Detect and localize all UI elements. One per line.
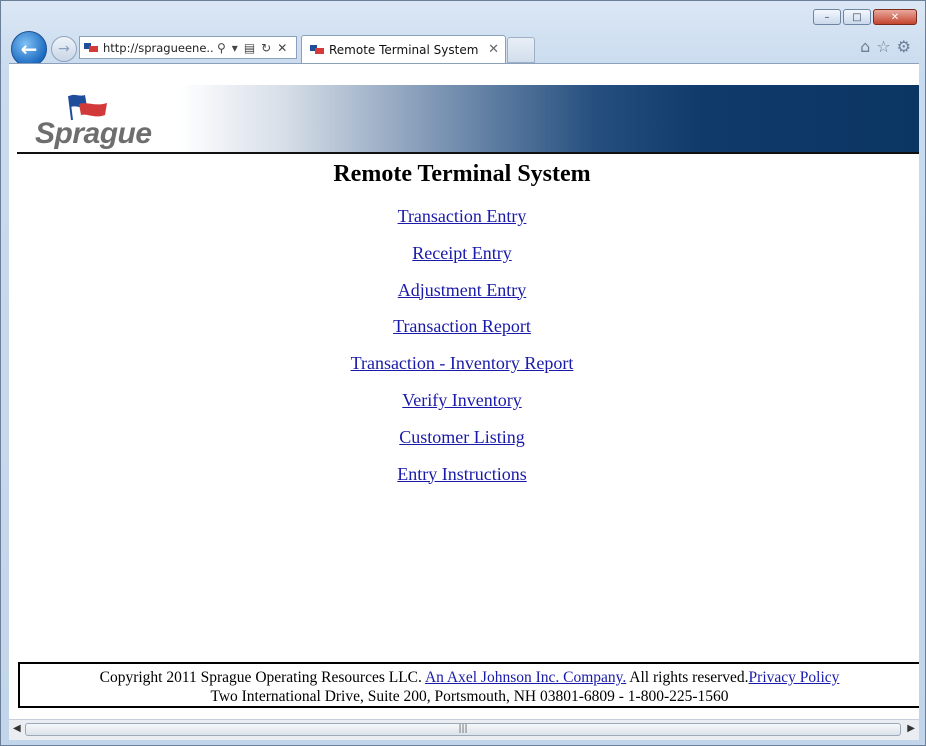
forward-arrow-icon[interactable]: → [51, 36, 77, 62]
browser-tools: ⌂ ☆ ⚙ [860, 37, 911, 56]
maximize-button[interactable]: □ [843, 9, 871, 25]
scrollbar-thumb[interactable]: ||| [25, 723, 901, 736]
scroll-left-icon[interactable]: ◀ [13, 723, 21, 734]
address-text[interactable]: http://spragueene... [103, 41, 213, 55]
back-arrow-icon[interactable]: ← [11, 31, 47, 67]
privacy-policy-link[interactable]: Privacy Policy [749, 669, 840, 686]
copyright-text: Copyright 2011 Sprague Operating Resourc… [99, 669, 422, 686]
company-link[interactable]: An Axel Johnson Inc. Company. [425, 669, 626, 686]
tab-remote-terminal-system[interactable]: Remote Terminal System ✕ [301, 35, 506, 63]
rights-text: All rights reserved. [626, 669, 749, 686]
menu-link-adjustment-entry[interactable]: Adjustment Entry [9, 279, 915, 316]
site-favicon-icon [84, 42, 98, 53]
new-tab-button[interactable] [507, 37, 535, 63]
address-bar-icons: ⚲ ▾ ▤ ↻ ✕ [217, 41, 287, 55]
page-footer: Copyright 2011 Sprague Operating Resourc… [18, 662, 919, 708]
close-icon[interactable]: ✕ [277, 41, 287, 55]
home-icon[interactable]: ⌂ [860, 37, 870, 56]
tab-close-icon[interactable]: ✕ [488, 42, 499, 57]
menu-link-transaction-entry[interactable]: Transaction Entry [9, 205, 915, 242]
sprague-logo: Sprague [35, 91, 195, 151]
minimize-button[interactable]: – [813, 9, 841, 25]
gear-icon[interactable]: ⚙ [897, 37, 911, 56]
tab-favicon-icon [310, 44, 324, 55]
compatibility-icon[interactable]: ▤ [244, 41, 255, 55]
scroll-right-icon[interactable]: ▶ [907, 723, 915, 734]
close-window-button[interactable]: ✕ [873, 9, 917, 25]
header-banner: Sprague [17, 85, 919, 154]
page-title: Remote Terminal System [333, 161, 591, 187]
tab-title: Remote Terminal System [329, 42, 479, 57]
page-content: Sprague Remote Terminal System Transacti… [9, 63, 919, 720]
search-icon[interactable]: ⚲ [217, 41, 226, 55]
logo-text: Sprague [35, 117, 152, 150]
menu-link-transaction-inventory-report[interactable]: Transaction - Inventory Report [9, 352, 915, 389]
menu-link-entry-instructions[interactable]: Entry Instructions [9, 463, 915, 500]
menu-link-verify-inventory[interactable]: Verify Inventory [9, 389, 915, 426]
refresh-icon[interactable]: ↻ [261, 41, 271, 55]
window-controls: – □ ✕ [813, 9, 917, 25]
star-icon[interactable]: ☆ [876, 37, 890, 56]
navigation-bar: ← → http://spragueene... ⚲ ▾ ▤ ↻ ✕ Remot… [7, 31, 919, 67]
footer-line-1: Copyright 2011 Sprague Operating Resourc… [20, 668, 919, 687]
footer-address: Two International Drive, Suite 200, Port… [210, 688, 729, 705]
browser-window: – □ ✕ ← → http://spragueene... ⚲ ▾ ▤ ↻ ✕… [0, 0, 926, 746]
dropdown-icon[interactable]: ▾ [232, 41, 238, 55]
menu-link-receipt-entry[interactable]: Receipt Entry [9, 242, 915, 279]
horizontal-scrollbar[interactable]: ◀ ||| ▶ [9, 719, 919, 740]
address-bar[interactable]: http://spragueene... ⚲ ▾ ▤ ↻ ✕ [79, 36, 297, 59]
menu-link-customer-listing[interactable]: Customer Listing [9, 426, 915, 463]
menu-link-transaction-report[interactable]: Transaction Report [9, 315, 915, 352]
main-menu: Transaction Entry Receipt Entry Adjustme… [9, 205, 915, 499]
